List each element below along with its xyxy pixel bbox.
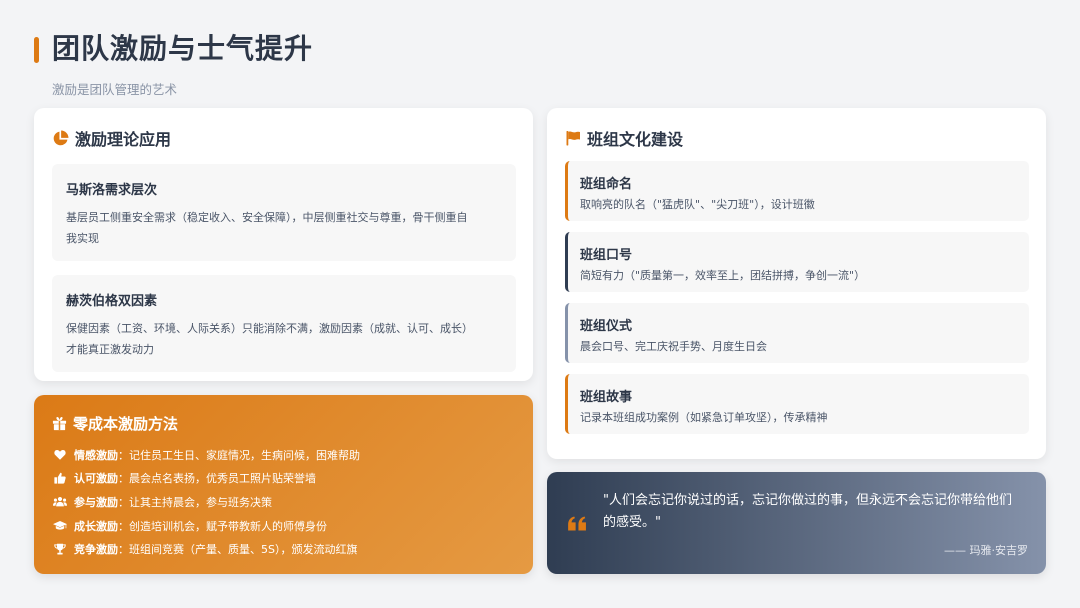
method-item-participation: 参与激励 ：让其主持晨会，参与班务决策 [52,490,516,514]
title-accent-bar [34,37,39,63]
method-item-emotional: 情感激励 ：记住员工生日、家庭情况，生病问候，困难帮助 [52,443,516,467]
culture-item-desc: 记录本班组成功案例（如紧急订单攻坚），传承精神 [580,411,828,424]
theory-item-title: 马斯洛需求层次 [66,183,158,198]
culture-item-desc: 简短有力（"质量第一，效率至上，团结拼搏，争创一流"） [580,269,866,282]
culture-item-slogan: 班组口号 简短有力（"质量第一，效率至上，团结拼搏，争创一流"） [565,232,1029,292]
culture-card: 班组文化建设 班组命名 取响亮的队名（"猛虎队"、"尖刀班"），设计班徽 班组口… [547,108,1046,459]
culture-card-header: 班组文化建设 [565,126,1029,150]
theory-item-desc: 保健因素（工资、环境、人际关系）只能消除不满，激励因素（成就、认可、成长） 才能真… [66,322,473,356]
culture-item-ritual: 班组仪式 晨会口号、完工庆祝手势、月度生日会 [565,303,1029,363]
quote-author: —— 玛雅·安吉罗 [944,544,1028,557]
trophy-icon [52,543,68,555]
method-label: 成长激励 [74,519,118,533]
quote-text: "人们会忘记你说过的话，忘记你做过的事，但永远不会忘记你带给他们 的感受。" [603,493,1012,530]
theory-card: 激励理论应用 马斯洛需求层次 基层员工侧重安全需求（稳定收入、安全保障），中层侧… [34,108,533,381]
theory-item-title: 赫茨伯格双因素 [66,294,158,309]
gift-icon [52,416,67,431]
graduation-cap-icon [52,520,68,531]
theory-card-header: 激励理论应用 [52,126,516,150]
culture-item-title: 班组故事 [580,390,633,405]
culture-item-story: 班组故事 记录本班组成功案例（如紧急订单攻坚），传承精神 [565,374,1029,434]
method-item-recognition: 认可激励 ：晨会点名表扬，优秀员工照片贴荣誉墙 [52,467,516,491]
pie-chart-icon [52,130,69,147]
method-desc: ：晨会点名表扬，优秀员工照片贴荣誉墙 [118,472,316,486]
heart-icon [52,449,68,461]
method-label: 情感激励 [74,448,118,462]
method-label: 竞争激励 [74,543,118,557]
method-desc: ：创造培训机会，赋予带教新人的师傅身份 [118,519,327,533]
theory-item-desc: 基层员工侧重安全需求（稳定收入、安全保障），中层侧重社交与尊重，骨干侧重自 我实现 [66,211,468,245]
culture-item-desc: 晨会口号、完工庆祝手势、月度生日会 [580,340,767,353]
page-title: 团队激励与士气提升 [52,32,314,65]
zero-cost-card-title: 零成本激励方法 [73,415,179,433]
flag-icon [565,130,581,146]
method-desc: ：让其主持晨会，参与班务决策 [118,495,272,509]
culture-item-title: 班组仪式 [580,319,633,334]
theory-item-herzberg: 赫茨伯格双因素 保健因素（工资、环境、人际关系）只能消除不满，激励因素（成就、认… [52,275,516,372]
method-desc: ：记住员工生日、家庭情况，生病问候，困难帮助 [118,448,360,462]
culture-item-title: 班组命名 [580,177,633,192]
culture-card-title: 班组文化建设 [587,130,684,149]
method-list: 情感激励 ：记住员工生日、家庭情况，生病问候，困难帮助 认可激励 ：晨会点名表扬，优… [52,443,516,561]
method-item-competition: 竞争激励 ：班组间竞赛（产量、质量、5S），颁发流动红旗 [52,537,516,561]
culture-item-desc: 取响亮的队名（"猛虎队"、"尖刀班"），设计班徽 [580,198,815,211]
zero-cost-card-header: 零成本激励方法 [52,413,516,434]
page-subtitle: 激励是团队管理的艺术 [52,82,178,97]
method-label: 认可激励 [74,472,118,486]
quote-left-icon [568,516,587,535]
thumbs-up-icon [52,472,68,485]
method-label: 参与激励 [74,495,118,509]
culture-item-naming: 班组命名 取响亮的队名（"猛虎队"、"尖刀班"），设计班徽 [565,161,1029,221]
quote-card: "人们会忘记你说过的话，忘记你做过的事，但永远不会忘记你带给他们 的感受。" ——… [547,472,1046,574]
method-item-growth: 成长激励 ：创造培训机会，赋予带教新人的师傅身份 [52,514,516,538]
theory-item-maslow: 马斯洛需求层次 基层员工侧重安全需求（稳定收入、安全保障），中层侧重社交与尊重，… [52,164,516,261]
theory-card-title: 激励理论应用 [75,130,172,149]
zero-cost-card: 零成本激励方法 情感激励 ：记住员工生日、家庭情况，生病问候，困难帮助 认可激励：… [34,395,533,574]
culture-item-title: 班组口号 [580,248,633,263]
method-desc: ：班组间竞赛（产量、质量、5S），颁发流动红旗 [118,543,358,557]
users-icon [52,496,68,507]
